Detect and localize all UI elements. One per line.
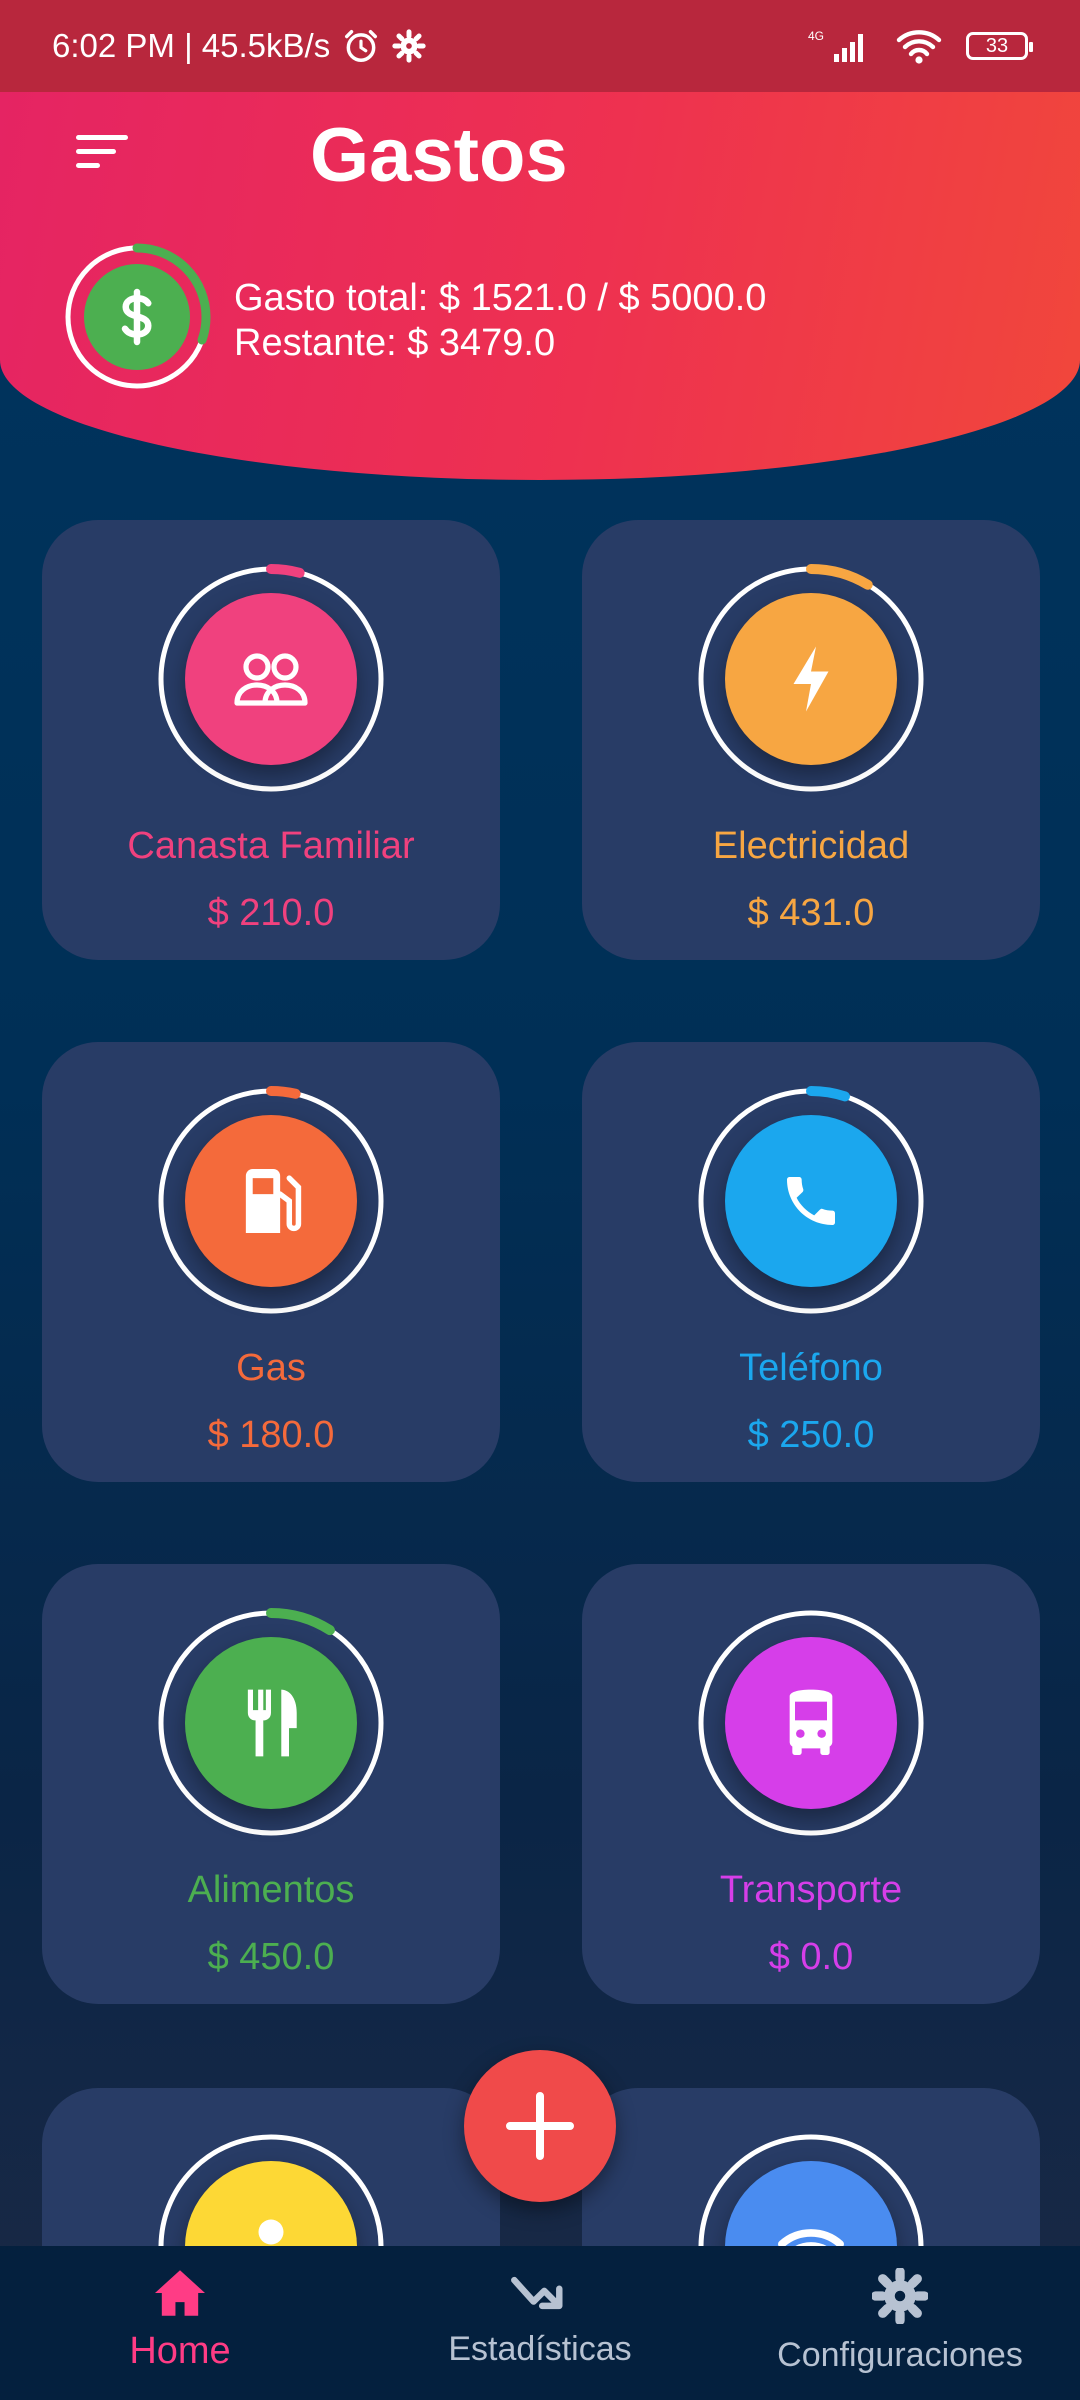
category-card[interactable]: Gas $ 180.0 (42, 1042, 500, 1482)
category-icon-circle (725, 593, 897, 765)
alarm-icon (342, 27, 380, 65)
home-icon (155, 2270, 205, 2316)
menu-icon[interactable] (76, 135, 136, 183)
category-amount: $ 431.0 (747, 892, 875, 934)
status-time: 6:02 PM | 45.5kB/s (52, 27, 331, 64)
category-amount: $ 250.0 (747, 1414, 875, 1456)
settings-status-icon (392, 29, 426, 63)
category-name: Canasta Familiar (127, 825, 415, 867)
category-name: Electricidad (712, 825, 910, 867)
nav-settings[interactable]: Configuraciones (720, 2246, 1080, 2400)
nav-settings-label: Configuraciones (777, 2336, 1023, 2374)
utensils-icon (239, 1687, 303, 1759)
gas-pump-icon (239, 1166, 303, 1236)
category-card[interactable]: Canasta Familiar $ 210.0 (42, 520, 500, 960)
category-card[interactable]: Electricidad $ 431.0 (582, 520, 1040, 960)
category-icon-circle (725, 1637, 897, 1809)
network-label: 4G (808, 29, 824, 43)
category-icon-circle (185, 593, 357, 765)
category-icon-circle (185, 1115, 357, 1287)
category-amount: $ 450.0 (207, 1936, 335, 1978)
person-icon (241, 2212, 301, 2246)
lightning-icon (786, 644, 836, 714)
nav-stats[interactable]: Estadísticas (360, 2246, 720, 2400)
total-spent-label: Gasto total: $ 1521.0 / $ 5000.0 (234, 277, 767, 319)
category-amount: $ 180.0 (207, 1414, 335, 1456)
nav-stats-label: Estadísticas (448, 2330, 632, 2368)
remaining-label: Restante: $ 3479.0 (234, 322, 556, 364)
trending-icon (511, 2276, 563, 2310)
nav-home-label: Home (129, 2330, 231, 2372)
gear-icon (872, 2268, 928, 2324)
nav-home[interactable]: Home (0, 2246, 360, 2400)
category-card[interactable] (582, 2088, 1040, 2246)
signal-icon: 4G (806, 26, 872, 66)
dollar-icon (121, 288, 152, 346)
category-card[interactable] (42, 2088, 500, 2246)
category-name: Gas (236, 1347, 306, 1389)
category-card[interactable]: Transporte $ 0.0 (582, 1564, 1040, 2004)
plus-icon (506, 2092, 574, 2160)
category-card[interactable]: Alimentos $ 450.0 (42, 1564, 500, 2004)
phone-icon (779, 1169, 843, 1233)
category-card[interactable]: Teléfono $ 250.0 (582, 1042, 1040, 1482)
status-bar: 6:02 PM | 45.5kB/s 4G 33 (0, 0, 1080, 92)
bottom-navigation: Home Estadísticas Configuraciones (0, 2246, 1080, 2400)
category-name: Transporte (719, 1869, 903, 1911)
page-title: Gastos (310, 113, 568, 198)
battery-level: 33 (985, 34, 1009, 57)
category-amount: $ 210.0 (207, 892, 335, 934)
battery-indicator: 33 (966, 32, 1033, 60)
budget-progress-ring (62, 242, 212, 392)
wifi-icon (776, 2217, 846, 2246)
wifi-status-icon (894, 26, 944, 66)
category-name: Teléfono (739, 1347, 883, 1389)
bus-icon (779, 1688, 843, 1758)
people-icon (231, 649, 311, 709)
category-icon-circle (725, 1115, 897, 1287)
category-amount: $ 0.0 (768, 1936, 854, 1978)
category-name: Alimentos (187, 1869, 355, 1911)
budget-summary: Gasto total: $ 1521.0 / $ 5000.0 Restant… (234, 276, 766, 366)
add-expense-button[interactable] (464, 2050, 616, 2202)
category-icon-circle (185, 1637, 357, 1809)
